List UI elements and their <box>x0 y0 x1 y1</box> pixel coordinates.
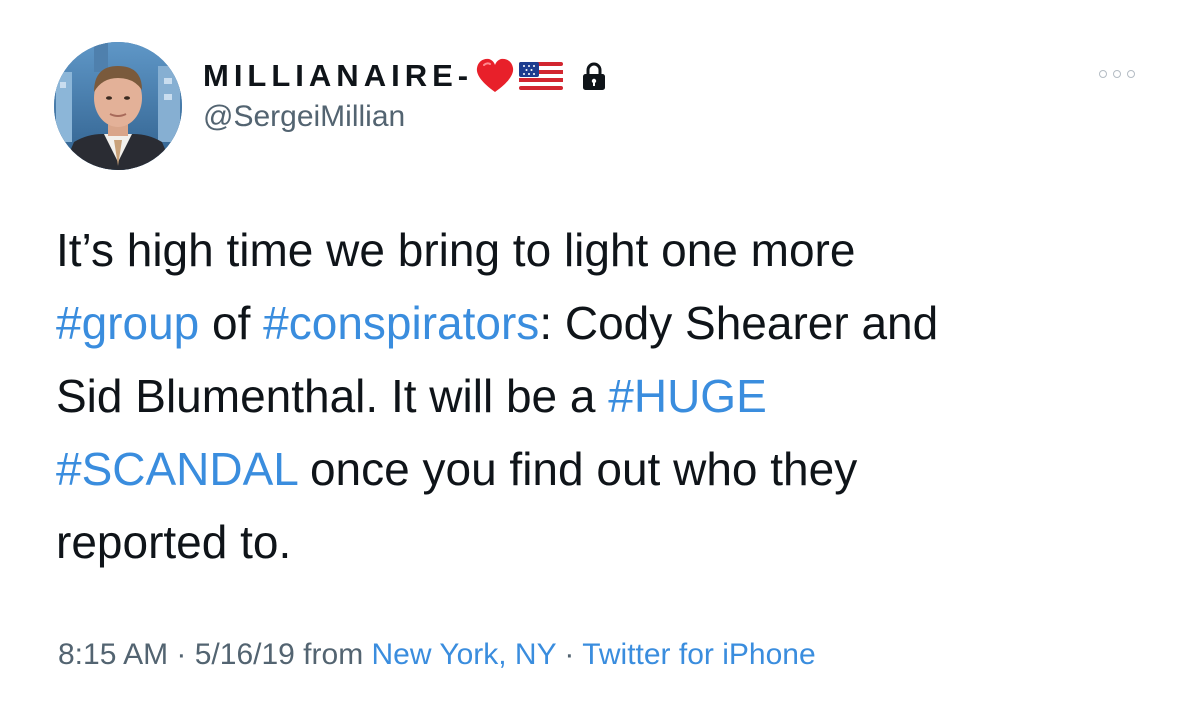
tweet-text-line: #SCANDAL once you find out who they <box>56 433 1156 506</box>
tweet-text-segment: Sid Blumenthal. It will be a <box>56 370 609 422</box>
tweet-text-segment: once you find out who they <box>297 443 858 495</box>
avatar[interactable] <box>54 42 182 170</box>
tweet-text: It’s high time we bring to light one mor… <box>56 214 1156 579</box>
source-link[interactable]: Twitter for iPhone <box>582 638 815 671</box>
meta-separator: · <box>556 638 583 671</box>
display-name[interactable]: MILLIANAIRE- <box>203 58 473 94</box>
author-handle[interactable]: @SergeiMillian <box>203 100 405 134</box>
tweet-time[interactable]: 8:15 AM <box>58 638 168 671</box>
tweet-text-segment: reported to. <box>56 516 292 568</box>
tweet-card: MILLIANAIRE- @SergeiMillian It’s high ti… <box>0 0 1200 708</box>
hashtag-link[interactable]: #group <box>56 297 199 349</box>
tweet-text-segment: of <box>199 297 264 349</box>
tweet-date[interactable]: 5/16/19 <box>195 638 295 671</box>
us-flag-emoji <box>519 60 564 92</box>
tweet-text-line: reported to. <box>56 506 1156 579</box>
author-name-row: MILLIANAIRE- <box>203 56 607 96</box>
ellipsis-icon-dot <box>1113 70 1121 78</box>
lock-icon <box>581 61 607 91</box>
more-options-button[interactable] <box>1092 60 1142 88</box>
hashtag-link[interactable]: #SCANDAL <box>56 443 297 495</box>
tweet-text-line: It’s high time we bring to light one mor… <box>56 214 1156 287</box>
hashtag-link[interactable]: #conspirators <box>263 297 539 349</box>
ellipsis-icon-dot <box>1127 70 1135 78</box>
tweet-text-segment: : Cody Shearer and <box>539 297 939 349</box>
profile-photo <box>54 42 182 170</box>
hashtag-link[interactable]: #HUGE <box>608 370 766 422</box>
heart-emoji <box>475 57 515 95</box>
tweet-text-segment: It’s high time we bring to light one mor… <box>56 224 856 276</box>
meta-separator: · <box>168 638 195 671</box>
tweet-text-line: #group of #conspirators: Cody Shearer an… <box>56 287 1156 360</box>
location-link[interactable]: New York, NY <box>372 638 557 671</box>
tweet-meta: 8:15 AM · 5/16/19 from New York, NY · Tw… <box>58 638 816 672</box>
meta-from-label: from <box>294 638 372 671</box>
ellipsis-icon <box>1099 70 1107 78</box>
tweet-text-line: Sid Blumenthal. It will be a #HUGE <box>56 360 1156 433</box>
